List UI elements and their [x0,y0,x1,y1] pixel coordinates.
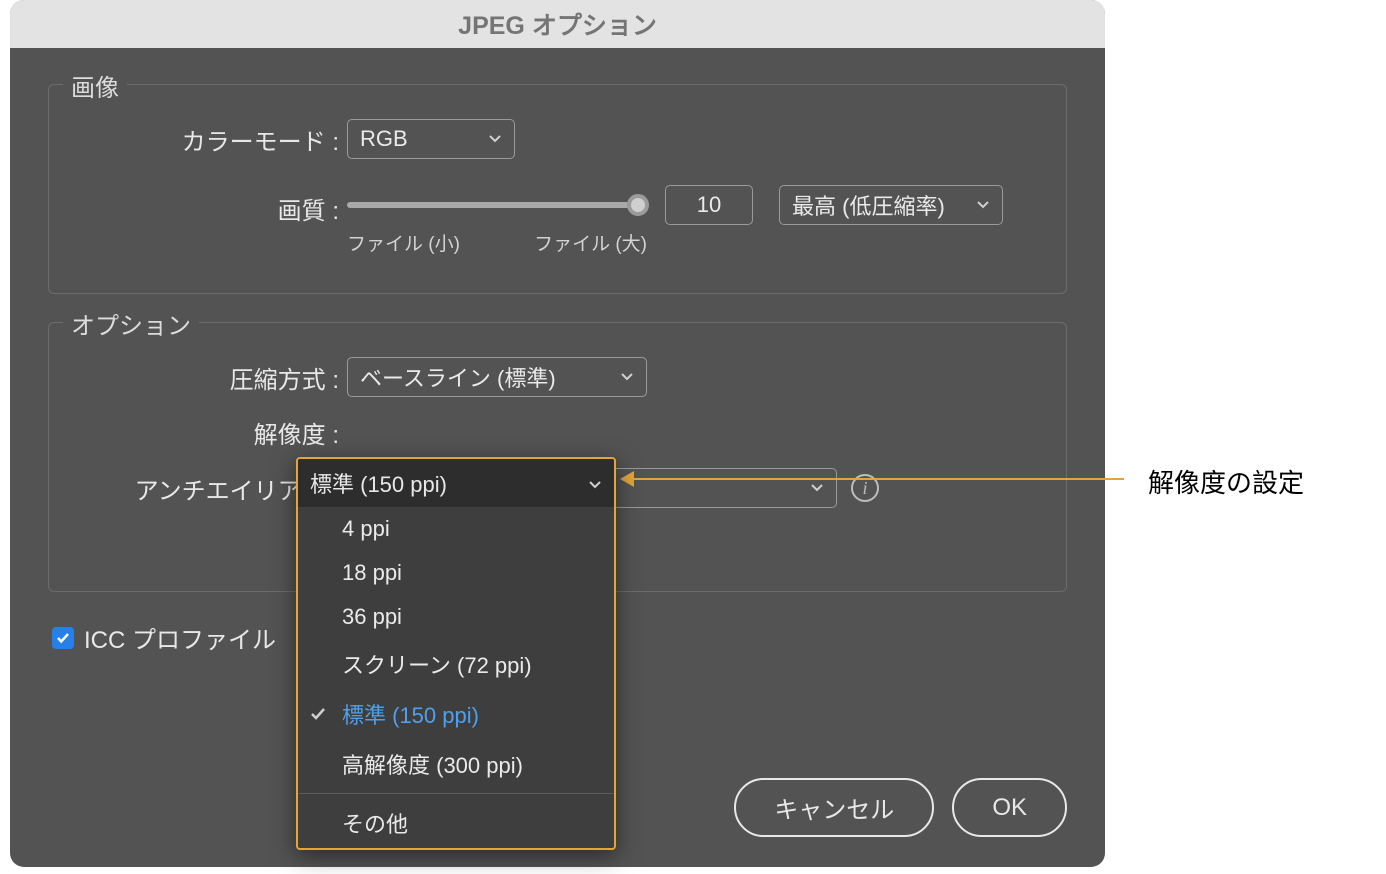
icc-profile-label: ICC プロファイル [84,620,276,655]
color-mode-value: RGB [360,126,408,152]
resolution-option-high-300ppi[interactable]: 高解像度 (300 ppi) [298,739,614,789]
resolution-option-36ppi[interactable]: 36 ppi [298,595,614,639]
quality-preset-select[interactable]: 最高 (低圧縮率) [779,185,1003,225]
chevron-down-icon [810,483,824,493]
callout-arrow-icon [620,471,634,487]
quality-label: 画質 : [69,185,347,226]
slider-min-label: ファイル (小) [347,229,460,256]
chevron-down-icon [588,470,602,496]
chevron-down-icon [976,200,990,210]
ok-button[interactable]: OK [952,778,1067,837]
compression-label: 圧縮方式 : [69,360,347,395]
chevron-down-icon [620,372,634,382]
image-group: 画像 カラーモード : RGB 画質 : 10 [48,84,1067,294]
quality-slider[interactable] [347,185,647,225]
callout-text: 解像度の設定 [1148,463,1304,500]
resolution-option-screen-72ppi[interactable]: スクリーン (72 ppi) [298,639,614,689]
quality-preset-value: 最高 (低圧縮率) [792,189,945,221]
resolution-option-18ppi[interactable]: 18 ppi [298,551,614,595]
resolution-dropdown-open: 標準 (150 ppi) 4 ppi 18 ppi 36 ppi スクリーン (… [296,457,616,850]
color-mode-select[interactable]: RGB [347,119,515,159]
dialog-title: JPEG オプション [10,0,1105,48]
quality-value-input[interactable]: 10 [665,185,753,225]
options-group-legend: オプション [63,306,199,341]
check-icon [310,701,326,727]
chevron-down-icon [488,134,502,144]
resolution-option-other[interactable]: その他 [298,798,614,848]
resolution-option-4ppi[interactable]: 4 ppi [298,507,614,551]
menu-separator [298,793,614,794]
color-mode-label: カラーモード : [69,122,347,157]
slider-max-label: ファイル (大) [534,229,647,256]
compression-value: ベースライン (標準) [360,361,556,393]
slider-thumb[interactable] [627,194,649,216]
checkbox-checked-icon [52,627,74,649]
cancel-button[interactable]: キャンセル [734,778,934,837]
resolution-option-label: 標準 (150 ppi) [342,703,479,728]
compression-select[interactable]: ベースライン (標準) [347,357,647,397]
callout-line [634,478,1124,480]
resolution-select[interactable]: 標準 (150 ppi) [298,459,614,507]
resolution-option-standard-150ppi[interactable]: 標準 (150 ppi) [298,689,614,739]
image-group-legend: 画像 [63,68,127,103]
resolution-current-value: 標準 (150 ppi) [310,467,447,499]
resolution-label: 解像度 : [69,415,347,450]
